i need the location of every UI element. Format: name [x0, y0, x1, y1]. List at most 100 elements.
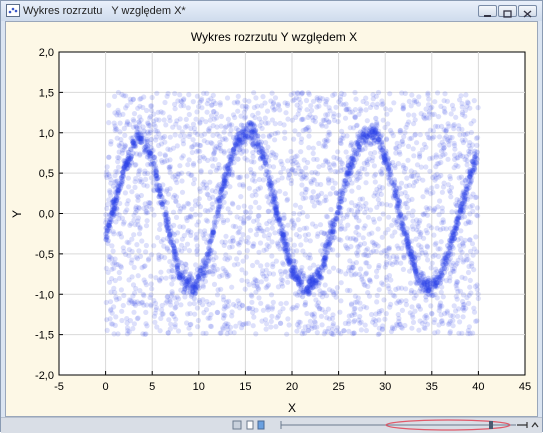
- scatter-point: [290, 98, 296, 104]
- scatter-point: [343, 149, 349, 155]
- scatter-point: [286, 171, 292, 177]
- maximize-button[interactable]: [498, 5, 517, 18]
- scatter-point: [105, 269, 111, 275]
- scatter-point: [376, 287, 382, 293]
- scatter-point: [192, 202, 198, 208]
- scatter-point: [229, 284, 235, 290]
- scatter-point: [210, 300, 216, 306]
- scatter-point: [298, 149, 304, 155]
- scatter-point: [425, 206, 431, 212]
- scatter-point: [238, 122, 244, 128]
- scatter-point: [347, 125, 353, 131]
- scatter-point: [353, 236, 359, 242]
- scatter-point: [380, 145, 386, 151]
- scatter-point: [322, 246, 328, 252]
- scatter-point: [278, 227, 284, 233]
- chevron-up-icon[interactable]: [531, 422, 539, 428]
- scatter-point: [348, 301, 355, 307]
- scatter-point: [467, 168, 474, 174]
- window-titlebar[interactable]: Wykres rozrzutu Y względem X*: [1, 1, 542, 21]
- scatter-point: [295, 162, 301, 168]
- scatter-point: [112, 289, 118, 296]
- scatter-point: [329, 177, 335, 183]
- scatter-point: [376, 331, 382, 337]
- scatter-point: [155, 235, 161, 241]
- scatter-point: [397, 128, 403, 134]
- scatter-point: [459, 205, 465, 211]
- minimize-button[interactable]: [478, 5, 497, 17]
- scatter-point: [265, 303, 271, 309]
- scatter-point: [180, 137, 186, 144]
- scatter-point: [429, 311, 435, 317]
- scatter-point: [431, 134, 437, 140]
- scatter-point: [148, 273, 154, 279]
- window-title: Wykres rozrzutu Y względem X*: [23, 5, 186, 17]
- scatter-point: [115, 159, 121, 165]
- scatter-point: [118, 183, 124, 189]
- scatter-point: [224, 299, 230, 305]
- scatter-point: [408, 168, 414, 174]
- pin-icon[interactable]: [517, 422, 528, 428]
- scatter-point: [261, 273, 267, 279]
- scatter-point: [305, 231, 312, 238]
- scatter-point: [195, 283, 201, 289]
- scatter-point: [190, 121, 197, 127]
- scatter-point: [299, 182, 305, 188]
- scatter-point: [353, 96, 359, 102]
- scatter-point: [409, 92, 415, 98]
- scatter-point: [423, 312, 429, 319]
- scatter-point: [291, 222, 297, 228]
- scatter-point: [235, 174, 241, 180]
- scatter-point: [294, 102, 300, 108]
- scatter-point: [166, 317, 172, 323]
- horizontal-scrollbar[interactable]: [280, 419, 516, 431]
- scatter-point: [243, 254, 249, 260]
- scatter-point: [300, 127, 306, 134]
- scatter-point: [190, 162, 197, 168]
- scatter-point: [164, 246, 170, 252]
- scatter-point: [293, 232, 300, 238]
- scatter-point: [363, 206, 369, 212]
- scatter-point: [136, 119, 142, 125]
- scatter-point: [250, 323, 256, 329]
- scatter-point: [306, 133, 312, 139]
- nav-icon[interactable]: [232, 420, 242, 430]
- scatter-point: [331, 113, 337, 120]
- scatter-point: [361, 160, 367, 166]
- scatter-point: [462, 132, 468, 138]
- scatter-point: [186, 157, 192, 163]
- x-tick-label: 35: [426, 381, 438, 393]
- scatter-point: [322, 255, 328, 261]
- scatter-point: [170, 209, 177, 215]
- page-icon[interactable]: [246, 420, 254, 430]
- scatter-point: [204, 251, 210, 257]
- scatter-point: [260, 94, 266, 100]
- scatter-point: [404, 175, 410, 181]
- scatter-point: [251, 123, 258, 129]
- scatter-point: [262, 100, 268, 106]
- scatter-point: [148, 303, 154, 309]
- scatter-point: [351, 310, 357, 316]
- zoom-icon[interactable]: [257, 420, 265, 430]
- scatter-point: [143, 282, 149, 288]
- scatter-point: [352, 89, 358, 96]
- scatter-point: [303, 97, 310, 104]
- scatter-point: [405, 143, 412, 149]
- scatter-point: [238, 113, 244, 119]
- scatter-point: [387, 107, 393, 113]
- scatter-point: [424, 187, 430, 193]
- scatter-point: [310, 150, 316, 156]
- scatter-point: [269, 149, 275, 155]
- scatter-point: [216, 162, 222, 168]
- scatter-point: [248, 166, 254, 173]
- scatter-point: [172, 324, 178, 330]
- scatter-point: [448, 111, 454, 117]
- scatter-point: [185, 200, 191, 206]
- scatter-point: [151, 111, 157, 117]
- scatter-point: [378, 191, 384, 197]
- scatter-point: [471, 118, 477, 124]
- close-button[interactable]: [518, 5, 537, 18]
- scatter-point: [141, 277, 147, 283]
- scatter-point: [111, 331, 117, 337]
- scatter-point: [193, 236, 199, 242]
